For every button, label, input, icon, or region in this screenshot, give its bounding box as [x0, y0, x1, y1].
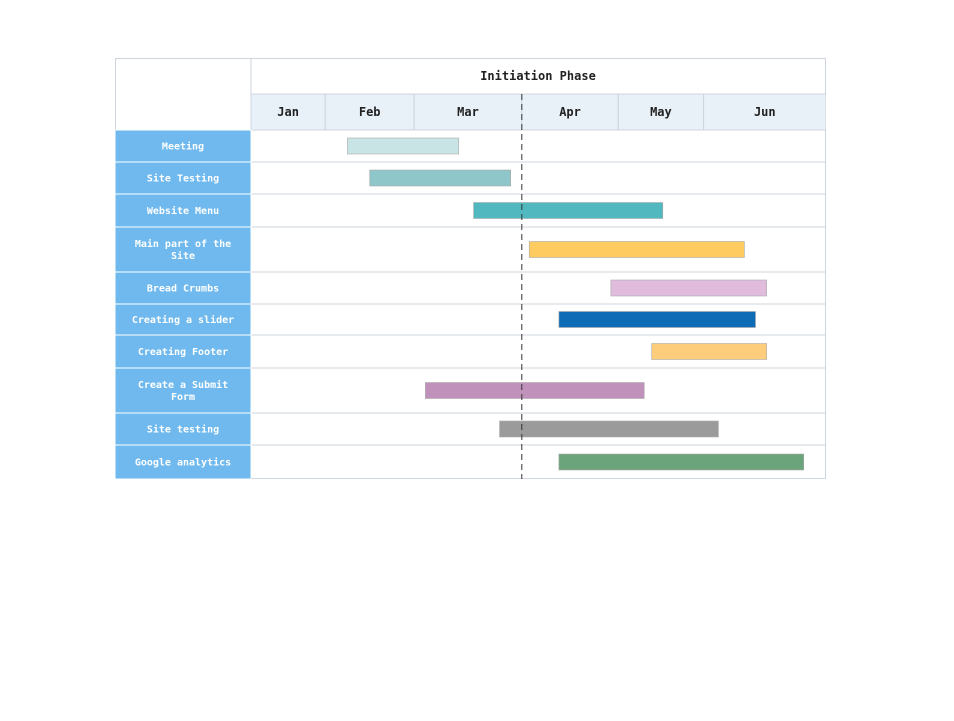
chart-title: Initiation Phase: [480, 69, 596, 83]
task-label: Google analytics: [135, 457, 231, 469]
task-bar: [610, 279, 767, 297]
month-label: Mar: [457, 105, 479, 119]
month-label: Jan: [277, 105, 299, 119]
task-bar: [425, 382, 645, 399]
task-label: Creating a slider: [132, 314, 234, 326]
task-label: Site Testing: [147, 173, 219, 185]
task-bar: [528, 241, 745, 258]
task-label: Creating Footer: [138, 346, 228, 358]
task-bar: [558, 453, 805, 471]
month-label: Jun: [754, 105, 776, 119]
task-label: Bread Crumbs: [147, 284, 219, 295]
task-bar: [369, 169, 511, 187]
task-bar: [651, 343, 767, 360]
task-bar: [473, 202, 664, 219]
task-bar: [347, 137, 460, 155]
corner-cell: [115, 58, 252, 131]
gantt-chart: Initiation Phase Jan Feb Mar Apr May Jun Meet…: [115, 58, 826, 479]
task-label: Meeting: [162, 141, 204, 153]
task-bar: [499, 420, 719, 438]
month-header: Jan Feb Mar Apr May Jun: [250, 93, 826, 131]
task-bar: [558, 311, 756, 328]
month-label: May: [650, 105, 672, 119]
month-label: Apr: [559, 105, 581, 119]
task-label: Site testing: [147, 424, 219, 436]
month-label: Feb: [359, 105, 381, 119]
task-label: Website Menu: [147, 205, 219, 217]
